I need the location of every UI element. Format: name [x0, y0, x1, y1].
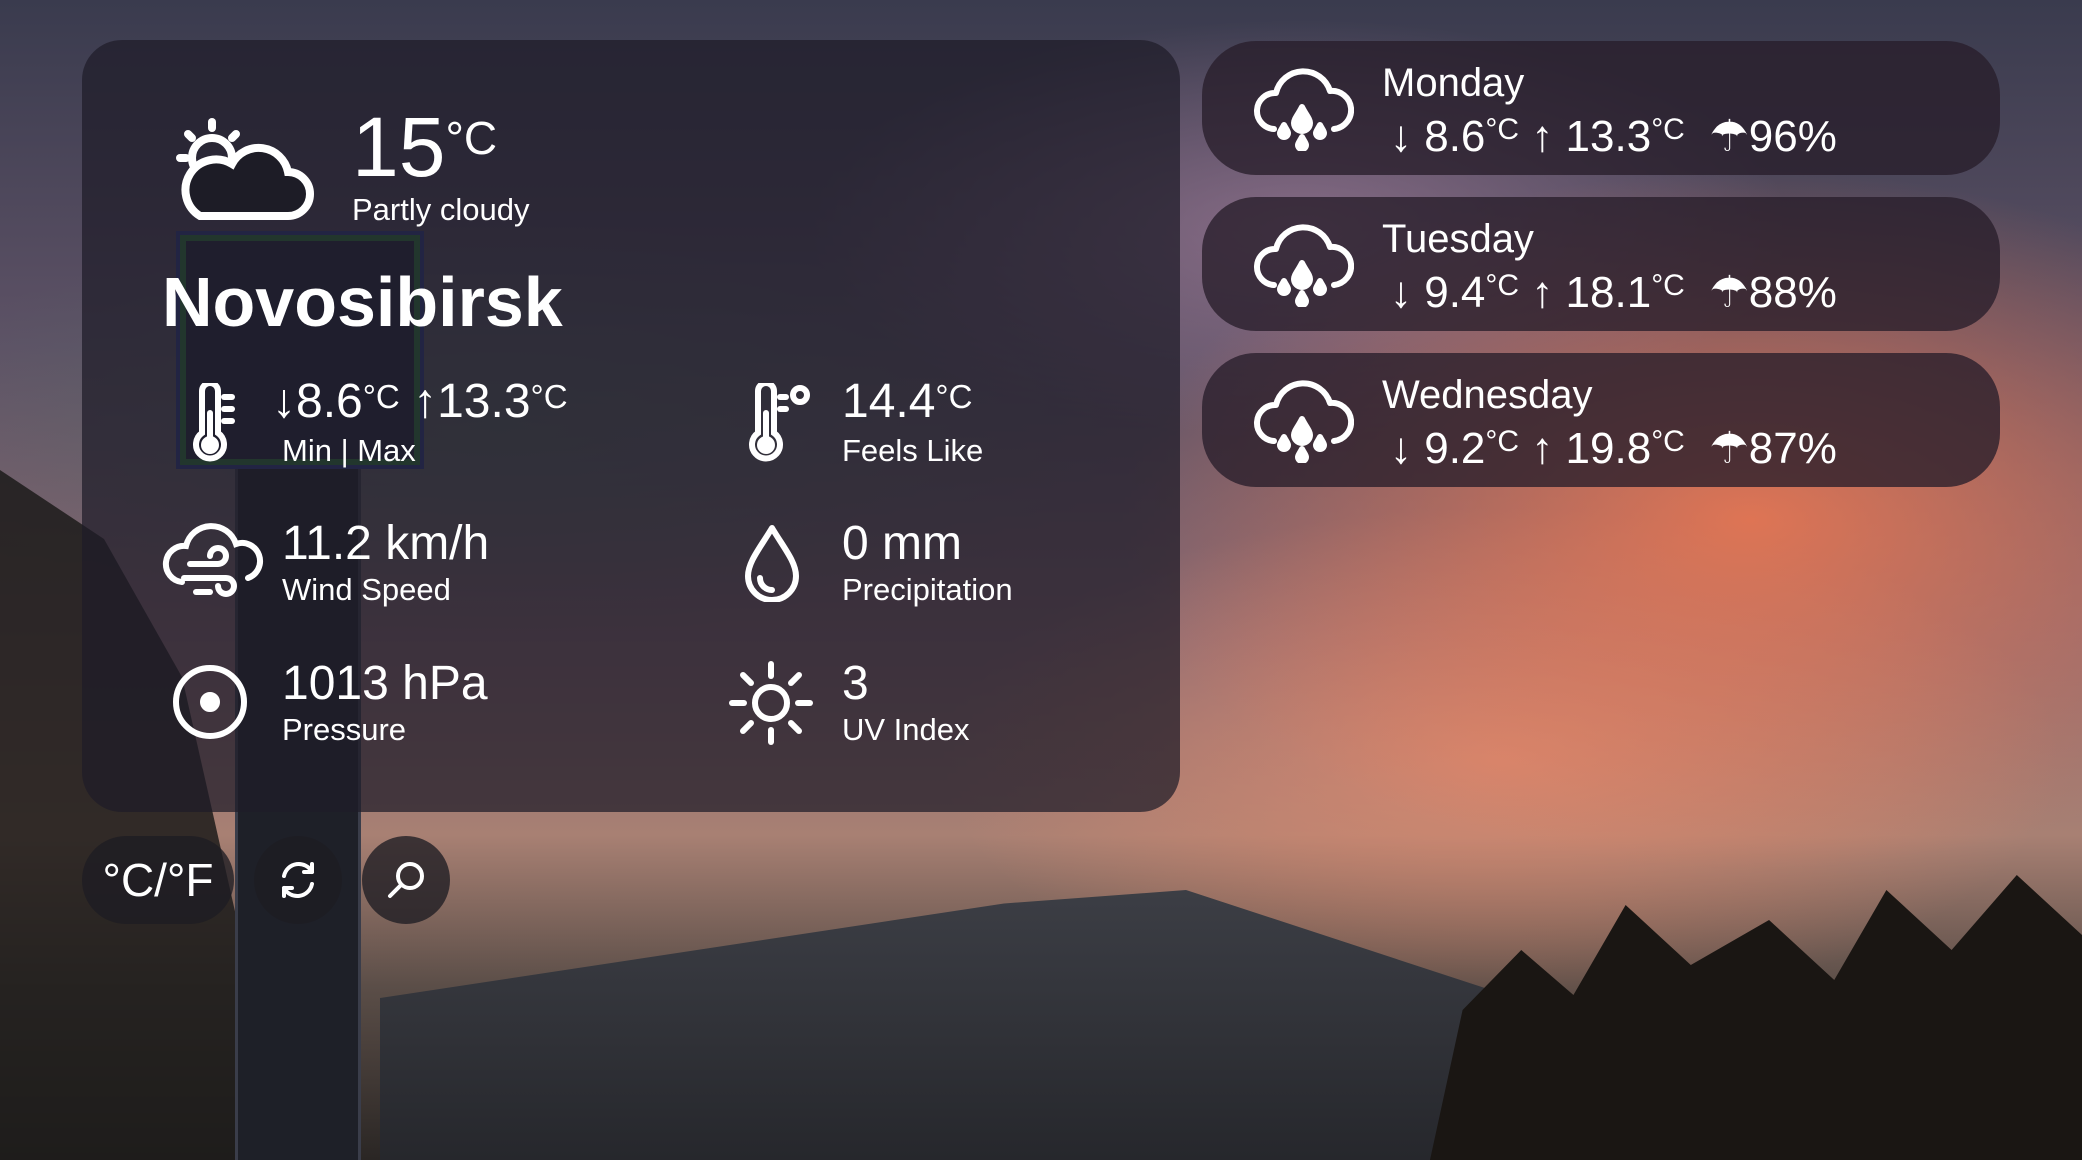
refresh-icon — [282, 861, 314, 899]
max-unit: °C — [530, 378, 568, 415]
arrow-up-icon: ↑ — [1531, 112, 1554, 161]
max-value: 13.3 — [437, 375, 531, 428]
forecast-max: 18.1 — [1565, 268, 1652, 317]
min-unit: °C — [362, 378, 400, 415]
city-name: Novosibirsk — [162, 263, 563, 341]
forecast-max-unit: °C — [1651, 113, 1685, 146]
wind-speed-label: Wind Speed — [282, 572, 451, 607]
forecast-min-unit: °C — [1485, 113, 1520, 146]
feels-like-label: Feels Like — [842, 433, 984, 468]
forecast-max: 13.3 — [1565, 112, 1652, 161]
forecast-min: 8.6 — [1424, 112, 1486, 161]
forecast-max-unit: °C — [1651, 425, 1685, 458]
cloud-rain-icon — [1250, 65, 1354, 151]
forecast-card-tuesday: Tuesday ↓ 9.4°C ↑ 18.1°C ☂88% — [1202, 197, 2000, 331]
uv-index-label: UV Index — [842, 712, 970, 747]
thermometer-icon — [182, 383, 242, 463]
pressure-label: Pressure — [282, 712, 407, 747]
min-max-label: Min | Max — [282, 433, 416, 468]
forecast-min: 9.2 — [1424, 424, 1486, 473]
arrow-down-icon: ↓ — [1390, 112, 1412, 161]
arrow-up-icon: ↑ — [1531, 268, 1554, 317]
current-temperature-unit: °C — [445, 112, 498, 164]
precipitation-value: 0 mm — [842, 517, 962, 570]
arrow-up-icon: ↑ — [1531, 424, 1554, 473]
droplet-icon — [742, 522, 802, 602]
arrow-up-icon: ↑ — [413, 375, 438, 428]
feels-like-unit: °C — [935, 378, 973, 415]
arrow-down-icon: ↓ — [1390, 424, 1412, 473]
partly-cloudy-icon — [170, 118, 315, 223]
cloud-rain-icon — [1250, 221, 1354, 307]
umbrella-icon: ☂ — [1709, 268, 1749, 317]
uv-index-value: 3 — [842, 657, 869, 710]
cloud-rain-icon — [1250, 377, 1354, 463]
refresh-button[interactable] — [254, 836, 342, 924]
forecast-min-unit: °C — [1485, 425, 1520, 458]
umbrella-icon: ☂ — [1709, 112, 1749, 161]
forecast-max: 19.8 — [1565, 424, 1652, 473]
arrow-down-icon: ↓ — [1390, 268, 1412, 317]
sun-icon — [728, 660, 814, 746]
forecast-card-monday: Monday ↓ 8.6°C ↑ 13.3°C ☂96% — [1202, 41, 2000, 175]
unit-toggle-button[interactable]: °C/°F — [82, 836, 234, 924]
feels-like-value: 14.4°C — [842, 378, 972, 426]
current-condition: Partly cloudy — [352, 192, 530, 227]
feels-like-thermometer-icon — [738, 383, 813, 463]
forecast-max-unit: °C — [1651, 269, 1685, 302]
forecast-rain-chance: 96% — [1748, 112, 1837, 161]
forecast-rain-chance: 87% — [1748, 424, 1837, 473]
wind-cloud-icon — [160, 520, 264, 606]
forecast-temps: ↓ 8.6°C ↑ 13.3°C ☂96% — [1390, 111, 1837, 162]
forecast-day-name: Tuesday — [1382, 217, 1534, 261]
pressure-gauge-icon — [170, 662, 250, 742]
precipitation-label: Precipitation — [842, 572, 1013, 607]
search-button[interactable] — [362, 836, 450, 924]
forecast-min-unit: °C — [1485, 269, 1520, 302]
forecast-rain-chance: 88% — [1748, 268, 1837, 317]
forecast-card-wednesday: Wednesday ↓ 9.2°C ↑ 19.8°C ☂87% — [1202, 353, 2000, 487]
forecast-day-name: Wednesday — [1382, 373, 1593, 417]
min-value: 8.6 — [296, 375, 363, 428]
pressure-value: 1013 hPa — [282, 657, 488, 710]
forecast-day-name: Monday — [1382, 61, 1525, 105]
min-max-values: ↓8.6°C ↑13.3°C — [272, 378, 568, 426]
umbrella-icon: ☂ — [1709, 424, 1749, 473]
arrow-down-icon: ↓ — [272, 375, 296, 428]
current-temperature-value: 15 — [352, 100, 446, 194]
forecast-temps: ↓ 9.2°C ↑ 19.8°C ☂87% — [1390, 423, 1837, 474]
search-icon — [388, 862, 424, 898]
current-temperature: 15°C — [352, 105, 497, 189]
wind-speed-value: 11.2 km/h — [282, 517, 490, 570]
forecast-min: 9.4 — [1424, 268, 1486, 317]
feels-like-number: 14.4 — [842, 375, 936, 428]
forecast-temps: ↓ 9.4°C ↑ 18.1°C ☂88% — [1390, 267, 1837, 318]
